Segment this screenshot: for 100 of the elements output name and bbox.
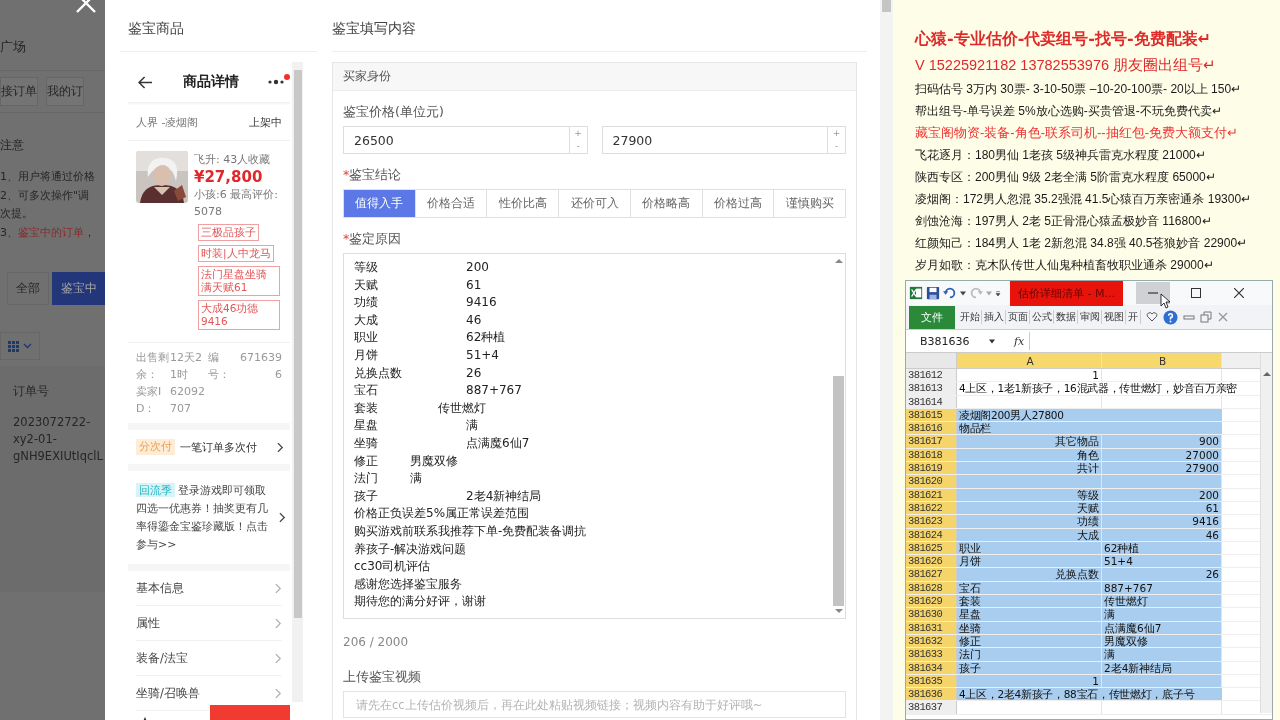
ribbon-tab[interactable]: 页面 [1006,310,1030,324]
grid-icon [8,340,19,352]
table-cell: 其它物品 [957,435,1102,448]
row-header[interactable]: 381612 [906,369,957,382]
option-button[interactable]: 价格过高 [701,190,774,217]
info-text: 1时 [170,367,189,383]
document-line: 心猿-专业估价-代卖组号-找号-免费配装↵ [915,28,1212,50]
row-header[interactable]: 381636 [906,688,957,701]
chevron-icon [275,582,282,594]
info-text: 余： [136,367,159,383]
reason-textarea[interactable]: 等级 200 天赋 61 功绩 9416 大成 46 职业 62种植 月饼 51+4 兑换点数 26 宝石 887+767 套装 传世燃灯 星盘 满 坐骑 点满魔6仙7 修正 男魔双修 法门 满 孩子 2老4新神结局 价格正负误差5%属正常误差范围 购买游戏前联系我推荐下单-免费配装备调抗 养孩子-解决游戏问题 cc30司机评估 感谢您选择鉴宝服务 期待您的满分好评，谢谢 [343,253,846,619]
scrollbar-thumb[interactable] [294,70,302,618]
ribbon-tab[interactable]: 开 [1126,310,1141,324]
ribbon-tab[interactable]: 开始 [958,310,982,324]
document-line: 飞花逐月：180男仙 1老孩 5级神兵雷克水程度 21000↵ [915,147,1207,164]
option-button[interactable]: 值得入手 [344,190,415,217]
video-link-field[interactable]: 请先在cc上传估价视频后，再在此处粘贴视频链接；视频内容有助于好评哦~ [343,691,846,718]
back-icon[interactable] [138,75,153,89]
row-header[interactable]: 381613 [906,382,957,395]
table-cell: 套装 [957,595,1102,608]
restore-icon[interactable] [1199,311,1212,323]
notice-text: 次提。 [0,206,34,222]
menu-item[interactable]: 装备/法宝 [136,641,282,676]
save-icon[interactable] [926,286,940,300]
row-header[interactable]: 381630 [906,608,957,621]
option-button[interactable]: 价格略高 [629,190,702,217]
notice-text: 2、可多次操作"调 [0,187,91,204]
column-header[interactable]: B [1102,353,1222,368]
tag: 大成46功德9416 [198,300,280,330]
row-header[interactable]: 381619 [906,462,957,475]
row-header[interactable]: 381637 [906,701,957,714]
table-cell: 星盘 [957,608,1102,621]
option-button[interactable]: 还价可入 [558,190,630,217]
table-cell: 法门 [957,648,1102,661]
scrollbar[interactable] [880,0,893,720]
row-header[interactable]: 381623 [906,515,957,528]
info-text: 707 [170,401,192,417]
ribbon-tab[interactable]: 数据 [1054,310,1078,324]
caret-icon[interactable] [989,338,995,344]
ribbon-tab[interactable]: 公式 [1030,310,1054,324]
menu-item[interactable]: 基本信息 [136,571,282,606]
caret-icon[interactable] [960,290,966,296]
undo-icon[interactable] [943,286,957,300]
view-dropdown[interactable] [0,332,40,360]
table-cell: 兑换点数 [957,568,1102,581]
info-text: 出售剩 [136,350,170,366]
installment-text: 一笔订单多次付 [180,439,258,455]
installment-row[interactable]: 分次付 一笔订单多次付 [128,430,290,464]
heart-icon[interactable] [1145,311,1158,323]
menu-item[interactable]: 属性 [136,606,282,641]
scrollbar[interactable] [1260,353,1272,713]
tag: 分次付 [136,439,175,455]
name-box[interactable]: B381636 [910,334,984,348]
column-header: 订单号 [13,383,50,400]
scrollbar-thumb[interactable] [833,376,844,606]
row-header[interactable]: 381620 [906,475,957,488]
document-line: 藏宝阁物资-装备-角色-联系司机--抽红包-免费大额支付↵ [915,124,1239,142]
promo-row[interactable]: 回流季 登录游戏即可领取四选一优惠券！抽奖更有几率得鎏金宝鉴珍藏版！点击参与>> [128,471,290,564]
scrollbar-thumb[interactable] [882,0,891,12]
row-header[interactable]: 381627 [906,568,957,581]
section-title: 鉴宝填写内容 [332,0,867,52]
scrollbar[interactable] [292,62,303,702]
row-header[interactable]: 381617 [906,435,957,448]
table-cell: 9416 [1102,515,1222,528]
option-button[interactable]: 谨慎购买 [773,190,846,217]
stats-text: 飞升: 43人收藏 [194,152,272,168]
row-header[interactable]: 381629 [906,595,957,608]
row-header[interactable]: 381616 [906,422,957,435]
row-header[interactable]: 381626 [906,555,957,568]
field-label: 上传鉴宝视频 [343,669,422,686]
scroll-up-icon[interactable] [834,258,843,264]
filter-button[interactable]: 鉴宝中 [52,272,105,305]
chevron-icon [279,512,286,523]
ribbon-tab[interactable]: 审阅 [1078,310,1102,324]
ribbon-tab[interactable]: 视图 [1102,310,1126,324]
server-name: 人界 -凌烟阁 [136,115,199,130]
document-line: 岁月如歌：克木队传世人仙鬼种植畜牧职业通杀 29000↵ [915,257,1215,274]
document-line: 红颜知己：184男人 1老 2新忽混 34.8强 40.5苍狼妙音 22900↵ [915,235,1249,252]
info-text: 卖家I [136,384,163,400]
more-icon[interactable] [268,79,284,85]
column-header[interactable]: A [957,353,1102,368]
file-tab[interactable]: 文件 [909,305,955,329]
scroll-up-icon[interactable] [1262,371,1271,377]
field-label: 鉴宝价格(单位元) [343,104,445,121]
row-header[interactable]: 381633 [906,648,957,661]
scroll-down-icon[interactable] [834,608,843,614]
spreadsheet-icon[interactable] [909,286,923,300]
function-button[interactable]: fx [1014,334,1025,348]
option-button[interactable]: 性价比高 [486,190,559,217]
section-title: 鉴宝商品 [120,0,317,52]
ribbon-tab[interactable]: 插入 [982,310,1006,324]
help-icon[interactable] [1162,309,1178,325]
close-icon[interactable] [1216,311,1229,323]
document-line: V 15225921182 13782553976 朋友圈出组号↵ [915,56,1218,75]
option-button[interactable]: 价格合适 [414,190,487,217]
table-cell: 27900 [1102,462,1222,475]
tag: 时装|人中龙马 [198,245,274,262]
document-line: 陕西专区：200男仙 9级 2老全满 5阶雷克水程度 65000↵ [915,169,1217,186]
customize-icon[interactable] [995,290,1001,296]
tag: 三极品孩子 [198,224,259,241]
